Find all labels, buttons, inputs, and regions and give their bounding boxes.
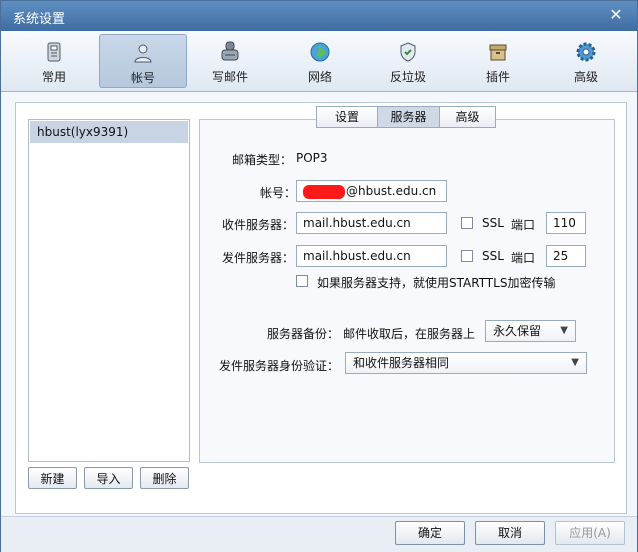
outgoing-auth-label: 发件服务器身份验证： [219,359,340,373]
server-backup-value: 永久保留 [493,324,542,338]
chevron-down-icon: ▼ [560,325,568,336]
settings-window: 系统设置 ✕ 常用 帐号 写邮件 网络 反垃圾 插件 高级 hbust(lyx9… [0,0,638,552]
server-backup-select[interactable]: 永久保留 ▼ [485,320,576,342]
cancel-button[interactable]: 取消 [475,521,545,545]
toolbar-account-button[interactable]: 帐号 [99,34,187,88]
toolbar-general-button[interactable]: 常用 [11,34,97,86]
outgoing-port-label: 端口 [511,251,536,265]
dialog-footer: 确定 取消 应用(A) [1,516,637,552]
import-account-button[interactable]: 导入 [84,467,133,489]
incoming-server-label: 收件服务器： [222,218,295,232]
account-label: 帐号： [260,186,297,200]
toolbar-plugin-button[interactable]: 插件 [455,34,541,86]
redacted-username [303,184,345,199]
tab-server[interactable]: 服务器 [377,106,440,128]
server-settings-panel: 邮箱类型： POP3 帐号： @hbust.edu.cn 收件服务器： mail… [199,119,615,463]
incoming-ssl-label: SSL [482,216,504,230]
outgoing-ssl-label: SSL [482,249,504,263]
toolbar-plugin-label: 插件 [485,70,510,84]
starttls-label: 如果服务器支持，就使用STARTTLS加密传输 [317,276,556,290]
starttls-checkbox[interactable] [296,275,308,287]
account-domain: @hbust.edu.cn [346,184,437,198]
window-title: 系统设置 [13,12,66,27]
mailbox-type-label: 邮箱类型： [232,153,293,167]
plugin-icon [489,44,507,61]
account-icon [134,44,152,63]
toolbar-antispam-button[interactable]: 反垃圾 [365,34,451,86]
tab-advanced[interactable]: 高级 [439,106,496,128]
outgoing-server-field[interactable]: mail.hbust.edu.cn [296,245,447,267]
new-account-button[interactable]: 新建 [28,467,77,489]
toolbar-network-label: 网络 [307,70,332,84]
outgoing-port-field[interactable]: 25 [546,245,586,267]
apply-button[interactable]: 应用(A) [555,521,625,545]
settings-toolbar: 常用 帐号 写邮件 网络 反垃圾 插件 高级 [1,31,637,92]
mailbox-type-value: POP3 [296,151,328,165]
toolbar-advanced-button[interactable]: 高级 [543,34,629,86]
general-icon [47,42,61,62]
title-bar: 系统设置 ✕ [1,1,637,31]
outgoing-server-label: 发件服务器： [222,251,295,265]
tab-settings[interactable]: 设置 [316,106,378,128]
close-icon[interactable]: ✕ [607,6,625,24]
compose-icon [221,41,239,61]
server-backup-description: 邮件收取后，在服务器上 [343,327,476,341]
incoming-ssl-checkbox[interactable] [461,217,473,229]
ok-button[interactable]: 确定 [395,521,465,545]
toolbar-advanced-label: 高级 [573,70,598,84]
antispam-icon [400,42,416,62]
toolbar-antispam-label: 反垃圾 [389,70,426,84]
incoming-server-field[interactable]: mail.hbust.edu.cn [296,212,447,234]
delete-account-button[interactable]: 删除 [140,467,189,489]
account-list-item[interactable]: hbust(lyx9391) [30,121,188,143]
toolbar-account-label: 帐号 [130,71,155,85]
server-backup-label: 服务器备份： [267,327,340,341]
chevron-down-icon: ▼ [571,357,579,368]
toolbar-general-label: 常用 [41,70,66,84]
outgoing-ssl-checkbox[interactable] [461,250,473,262]
incoming-port-field[interactable]: 110 [546,212,586,234]
outgoing-auth-value: 和收件服务器相同 [353,356,450,370]
account-list: hbust(lyx9391) [28,119,190,462]
outgoing-auth-select[interactable]: 和收件服务器相同 ▼ [345,352,587,374]
account-field[interactable]: @hbust.edu.cn [296,180,447,202]
toolbar-compose-label: 写邮件 [211,70,248,84]
toolbar-network-button[interactable]: 网络 [277,34,363,86]
account-settings-content: hbust(lyx9391) 新建 导入 删除 邮箱类型： POP3 帐号： @… [15,102,627,514]
incoming-port-label: 端口 [511,218,536,232]
advanced-icon [576,42,596,62]
toolbar-compose-button[interactable]: 写邮件 [187,34,273,86]
network-icon [310,42,330,62]
